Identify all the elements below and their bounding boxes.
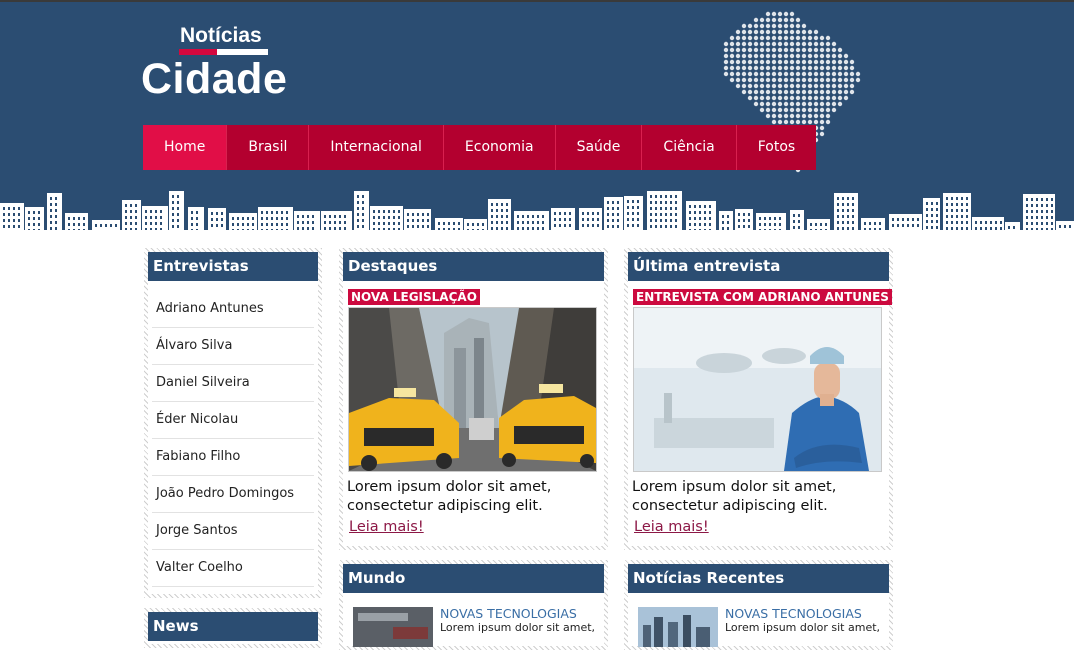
city-street-image [349, 308, 596, 471]
mundo-news-item[interactable]: NOVAS TECNOLOGIAS Lorem ipsum dolor sit … [353, 607, 604, 647]
city-skyline-decoration [0, 191, 1074, 232]
destaques-text: Lorem ipsum dolor sit amet, consectetur … [347, 479, 552, 514]
news-panel: News [144, 608, 322, 648]
recentes-news-item[interactable]: NOVAS TECNOLOGIAS Lorem ipsum dolor sit … [638, 607, 889, 647]
destaques-panel: Destaques NOVA LEGISLAÇÃO Lorem ipsum do… [339, 248, 608, 550]
ultima-entrevista-tag[interactable]: ENTREVISTA COM ADRIANO ANTUNES [633, 289, 892, 305]
destaques-read-more-link[interactable]: Leia mais! [349, 519, 424, 535]
technology-thumbnail-image [353, 607, 433, 647]
entrevista-list-item[interactable]: Fabiano Filho [152, 439, 314, 476]
nav-item-ciencia[interactable]: Ciência [642, 125, 737, 170]
recentes-thumbnail [638, 607, 718, 647]
entrevistas-panel: Entrevistas Adriano Antunes Álvaro Silva D… [144, 248, 322, 598]
ultima-entrevista-read-more-link[interactable]: Leia mais! [634, 519, 709, 535]
destaques-tag[interactable]: NOVA LEGISLAÇÃO [348, 289, 480, 305]
site-header: Notícias Cidade Home Brasil Internacional E… [0, 0, 1074, 232]
mundo-title: Mundo [343, 564, 604, 593]
entrevistas-list: Adriano Antunes Álvaro Silva Daniel Silvei… [152, 291, 314, 587]
nav-item-home[interactable]: Home [143, 125, 228, 170]
entrevista-list-item[interactable]: Daniel Silveira [152, 365, 314, 402]
entrevista-list-item[interactable]: Jorge Santos [152, 513, 314, 550]
mundo-headline[interactable]: NOVAS TECNOLOGIAS [440, 607, 595, 621]
destaques-title: Destaques [343, 252, 604, 281]
entrevistas-title: Entrevistas [148, 252, 318, 281]
nav-item-internacional[interactable]: Internacional [309, 125, 444, 170]
nav-item-fotos[interactable]: Fotos [736, 125, 817, 170]
logo-top-text: Notícias [180, 24, 262, 47]
nav-item-brasil[interactable]: Brasil [227, 125, 310, 170]
entrevista-list-item[interactable]: Adriano Antunes [152, 291, 314, 328]
entrevista-list-item[interactable]: Éder Nicolau [152, 402, 314, 439]
noticias-recentes-title: Notícias Recentes [628, 564, 889, 593]
ultima-entrevista-panel: Última entrevista ENTREVISTA COM ADRIANO… [624, 248, 893, 550]
logo-main-text: Cidade [141, 55, 288, 103]
entrevista-list-item[interactable]: Álvaro Silva [152, 328, 314, 365]
nav-item-saude[interactable]: Saúde [555, 125, 643, 170]
recentes-headline[interactable]: NOVAS TECNOLOGIAS [725, 607, 880, 621]
doctor-image [634, 308, 881, 471]
doctor-photo[interactable] [633, 307, 882, 472]
entrevista-list-item[interactable]: Valter Coelho [152, 550, 314, 587]
mundo-snippet: Lorem ipsum dolor sit amet, [440, 621, 596, 634]
ultima-entrevista-title: Última entrevista [628, 252, 889, 281]
city-thumbnail-image [638, 607, 718, 647]
nav-item-economia[interactable]: Economia [443, 125, 556, 170]
mundo-thumbnail [353, 607, 433, 647]
city-taxi-photo[interactable] [348, 307, 597, 472]
ultima-entrevista-text: Lorem ipsum dolor sit amet, consectetur … [632, 479, 837, 514]
main-nav: Home Brasil Internacional Economia Saúde Ciên… [143, 125, 817, 170]
entrevista-list-item[interactable]: João Pedro Domingos [152, 476, 314, 513]
recentes-snippet: Lorem ipsum dolor sit amet, [725, 621, 881, 634]
